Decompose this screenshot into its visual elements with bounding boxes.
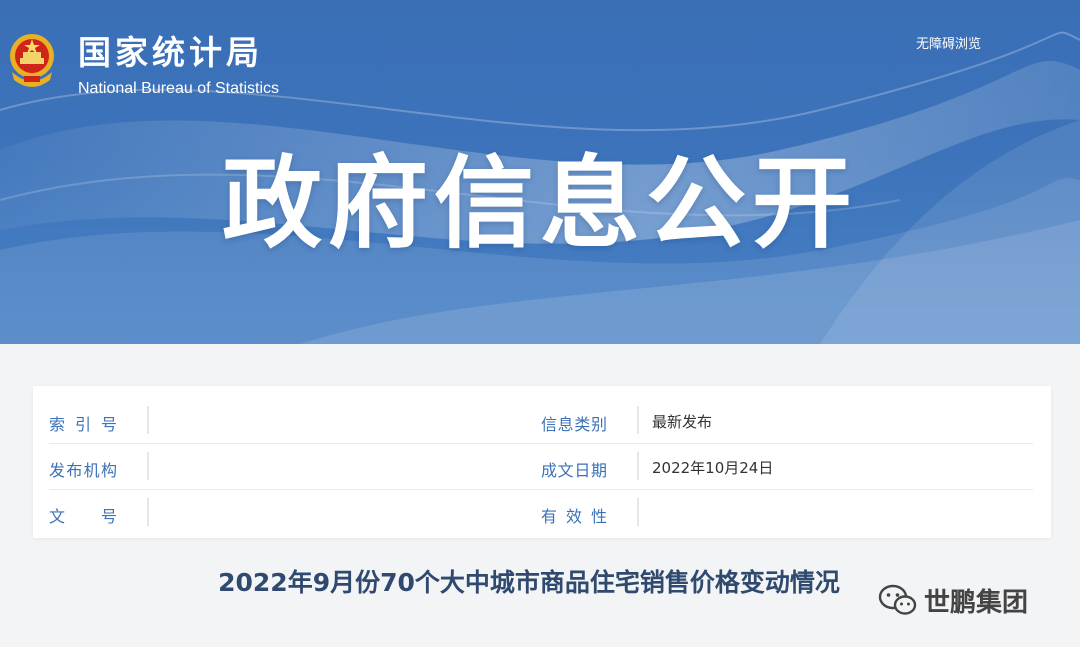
separator (147, 452, 149, 480)
info-row-publisher: 发布机构 成文日期 2022年10月24日 (49, 444, 1033, 490)
separator (147, 406, 149, 434)
wechat-watermark: 世鹏集团 (878, 580, 1028, 620)
validity-label: 有效性 (541, 507, 607, 526)
index-label: 索引号 (49, 415, 117, 434)
category-value: 最新发布 (652, 413, 713, 431)
info-row-doc-number: 文号 有效性 (49, 490, 1033, 536)
publisher-label: 发布机构 (49, 461, 117, 480)
wechat-icon (878, 584, 917, 615)
org-name-cn: 国家统计局 (78, 33, 263, 72)
date-value: 2022年10月24日 (652, 459, 774, 477)
watermark-text: 世鹏集团 (924, 587, 1029, 618)
national-emblem-icon (10, 34, 54, 87)
separator (637, 498, 639, 526)
accessibility-link[interactable]: 无障碍浏览 (916, 33, 981, 52)
document-info-table: 索引号 信息类别 最新发布 发布机构 成文日期 2022年10月24日 文号 有… (33, 386, 1051, 538)
separator (637, 452, 639, 480)
hero-title: 政府信息公开 (222, 145, 858, 262)
header-banner: 国家统计局 National Bureau of Statistics 无障碍浏… (0, 0, 1080, 344)
doc-number-label: 文号 (49, 507, 117, 526)
date-label: 成文日期 (541, 461, 607, 480)
category-label: 信息类别 (541, 415, 607, 434)
separator (147, 498, 149, 526)
info-row-index: 索引号 信息类别 最新发布 (49, 398, 1033, 444)
org-name-en: National Bureau of Statistics (78, 80, 279, 97)
separator (637, 406, 639, 434)
